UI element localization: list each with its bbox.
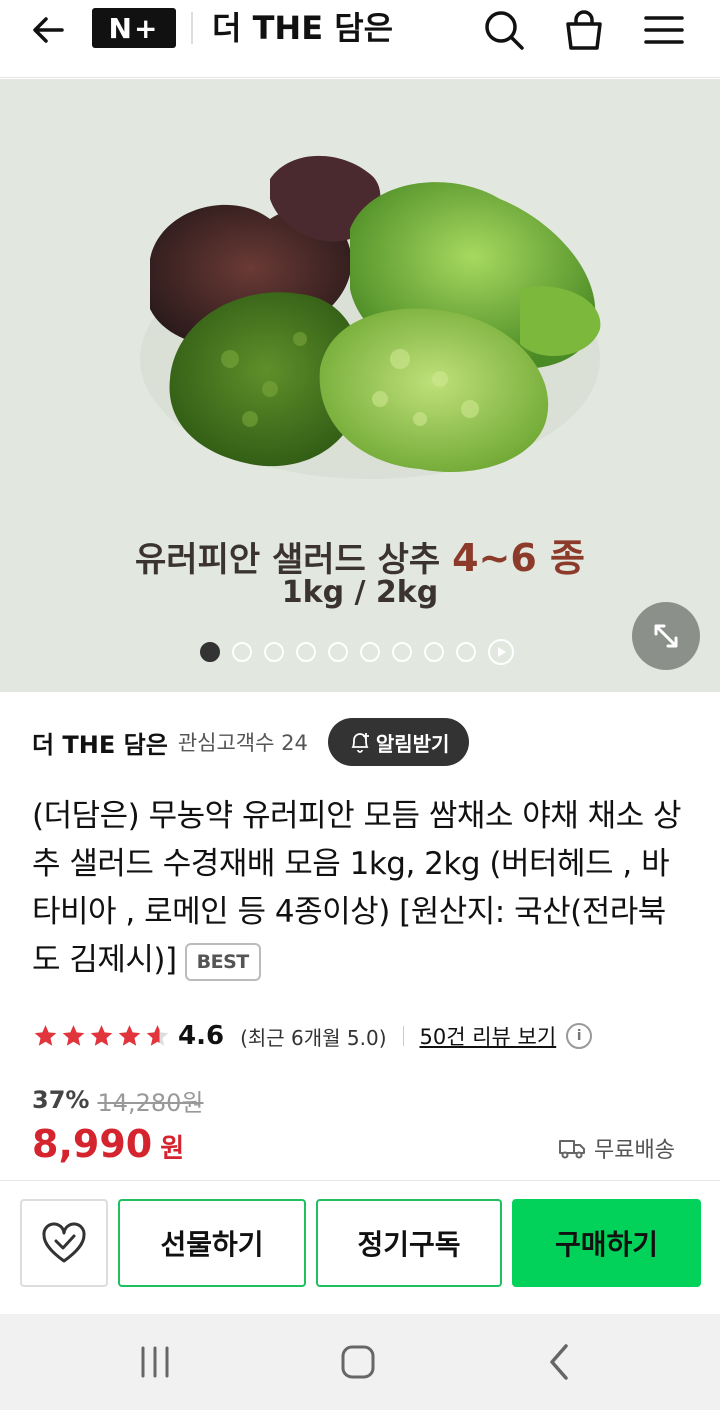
system-back-icon[interactable]	[536, 1338, 584, 1386]
carousel-dot[interactable]	[200, 642, 220, 662]
top-header: N+ 더 THE 담은	[0, 0, 720, 78]
menu-icon[interactable]	[640, 6, 688, 54]
bell-plus-icon	[351, 733, 369, 753]
home-icon[interactable]	[334, 1338, 382, 1386]
hero-line1-text: 유러피안 샐러드 상추	[135, 540, 441, 580]
carousel-dot[interactable]	[424, 642, 444, 662]
buy-button[interactable]: 구매하기	[512, 1199, 701, 1287]
notification-button[interactable]: 알림받기	[327, 718, 470, 766]
store-info-row: 더 THE 담은 관심고객수 24 알림받기	[32, 718, 470, 766]
follower-count: 관심고객수 24	[177, 731, 308, 755]
best-badge: BEST	[184, 942, 261, 981]
star-icon	[62, 1025, 85, 1046]
store-name[interactable]: 더 THE 담은	[32, 725, 168, 760]
half-star-icon	[146, 1025, 169, 1046]
rating-divider	[402, 1026, 404, 1046]
rating-score: 4.6	[178, 1021, 225, 1051]
carousel-dot[interactable]	[392, 642, 412, 662]
wishlist-button[interactable]	[20, 1199, 108, 1287]
shipping-text: 무료배송	[594, 1138, 675, 1163]
gift-button[interactable]: 선물하기	[118, 1199, 306, 1287]
star-icon	[34, 1025, 57, 1046]
search-icon[interactable]	[480, 6, 528, 54]
carousel-dot[interactable]	[264, 642, 284, 662]
hero-overlay-line2: 1kg / 2kg	[281, 575, 439, 610]
discount-row: 37% 14,280원	[32, 1080, 204, 1120]
bottom-action-bar: 선물하기 정기구독 구매하기	[0, 1180, 720, 1314]
cart-icon[interactable]	[560, 6, 608, 54]
heart-check-icon	[42, 1222, 86, 1263]
hero-overlay-line1: 유러피안 샐러드 상추 4~6 종	[0, 527, 720, 582]
currency-label: 원	[160, 1134, 185, 1164]
star-icon	[90, 1025, 113, 1046]
carousel-dot[interactable]	[360, 642, 380, 662]
system-navigation-bar	[0, 1314, 720, 1410]
recent-rating: (최근 6개월 5.0)	[240, 1025, 387, 1050]
sale-price: 8,990	[32, 1122, 153, 1166]
sale-price-row: 8,990 원	[32, 1122, 184, 1174]
discount-rate: 37%	[32, 1086, 90, 1114]
carousel-dot[interactable]	[296, 642, 316, 662]
product-image[interactable]: 유러피안 샐러드 상추 4~6 종 1kg / 2kg	[0, 79, 720, 692]
carousel-indicator	[200, 639, 514, 665]
naver-plus-logo[interactable]: N+	[92, 8, 176, 48]
video-play-icon[interactable]	[488, 639, 514, 665]
notification-label: 알림받기	[375, 731, 450, 756]
info-icon[interactable]: i	[566, 1023, 593, 1049]
product-title-text: (더담은) 무농약 유러피안 모듬 쌈채소 야채 채소 상추 샐러드 수경재배 …	[32, 798, 682, 978]
carousel-dot[interactable]	[328, 642, 348, 662]
expand-icon[interactable]	[632, 602, 700, 670]
subscribe-button[interactable]: 정기구독	[316, 1199, 502, 1287]
shipping-info: 무료배송	[558, 1130, 675, 1166]
star-rating	[32, 1023, 172, 1049]
back-arrow-icon[interactable]	[26, 8, 70, 52]
star-icon	[118, 1025, 141, 1046]
recent-apps-icon[interactable]	[130, 1338, 180, 1386]
review-link[interactable]: 50건 리뷰 보기	[420, 1021, 557, 1051]
carousel-dot[interactable]	[456, 642, 476, 662]
header-divider	[191, 12, 193, 44]
product-title: (더담은) 무농약 유러피안 모듬 쌈채소 야채 채소 상추 샐러드 수경재배 …	[32, 792, 692, 984]
truck-icon	[559, 1140, 585, 1159]
original-price: 14,280원	[97, 1088, 204, 1117]
store-title[interactable]: 더 THE 담은	[212, 4, 393, 52]
hero-line1-accent: 4~6 종	[452, 536, 585, 580]
rating-row: 4.6 (최근 6개월 5.0) 50건 리뷰 보기 i	[32, 1014, 593, 1058]
carousel-dot[interactable]	[232, 642, 252, 662]
